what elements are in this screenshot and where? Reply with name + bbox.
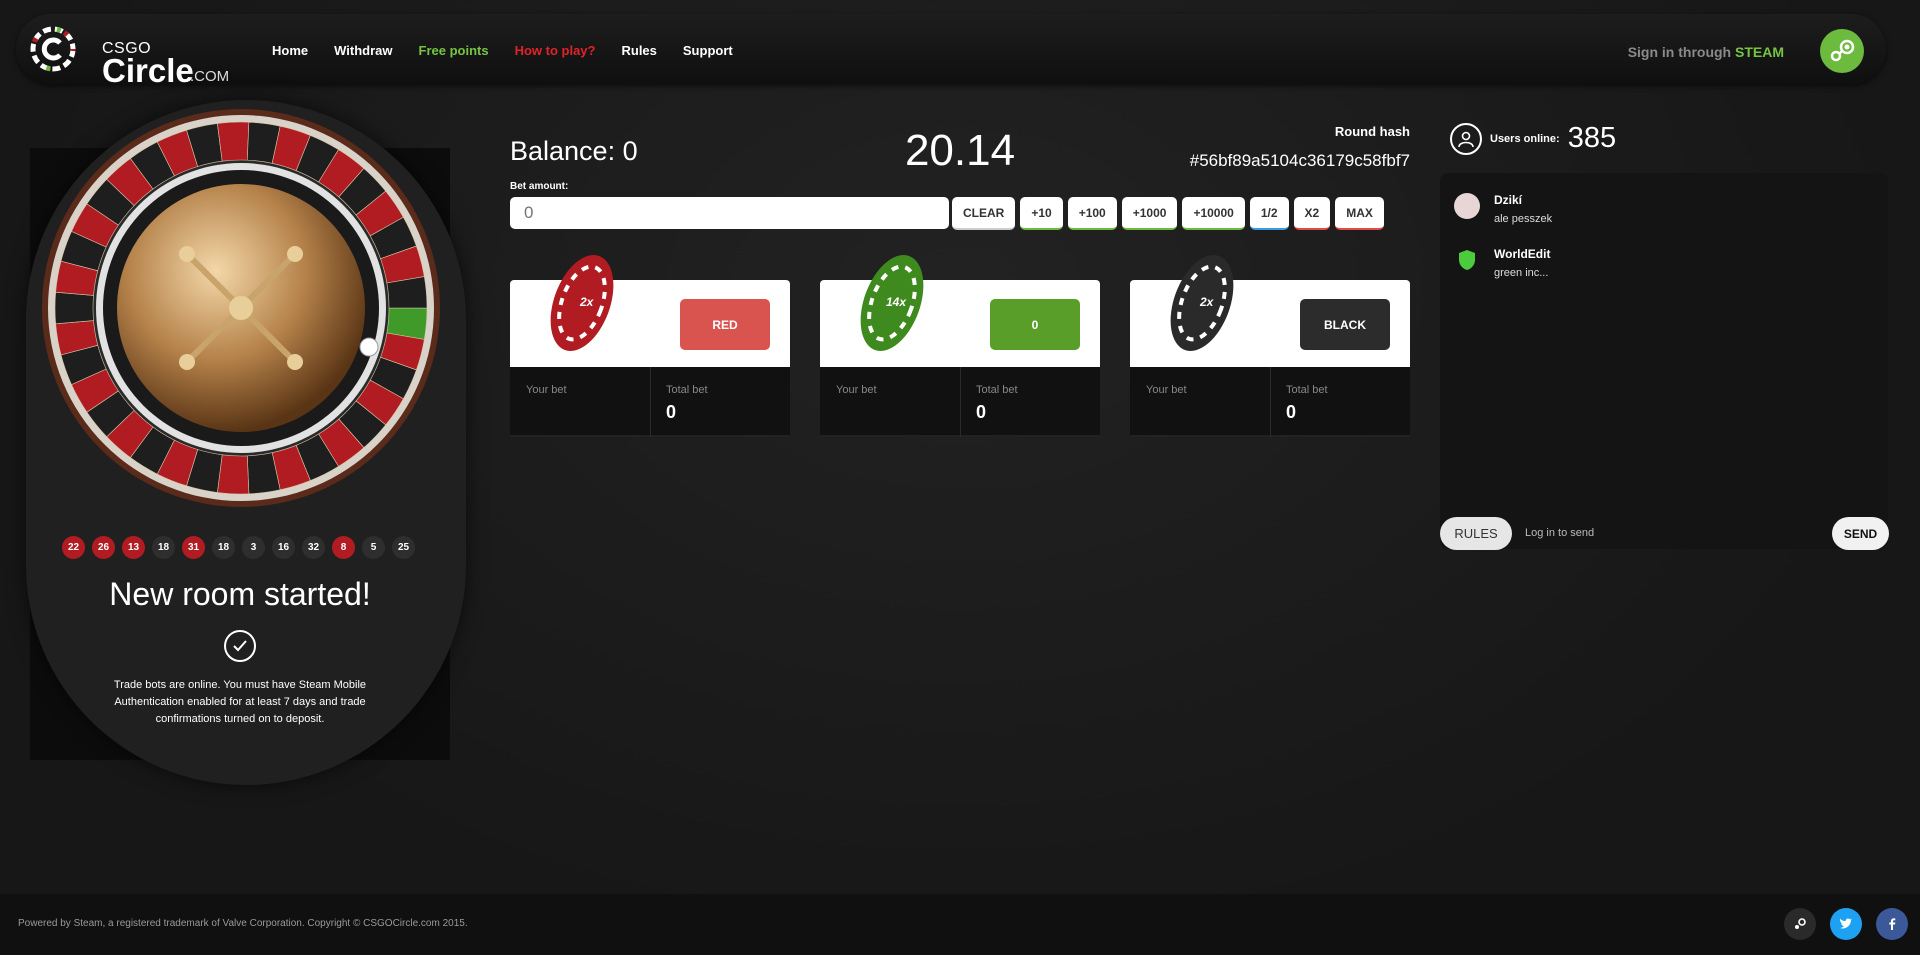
room-status-title: New room started! — [109, 576, 371, 612]
signin-steam: STEAM — [1735, 44, 1784, 60]
bet-green-button[interactable]: 0 — [990, 299, 1080, 350]
chat-box[interactable]: Dzikí ale pesszek WorldEdit green inc... — [1440, 173, 1888, 549]
bet-amount-label: Bet amount: — [510, 181, 569, 192]
bet-card-red: 2x RED Your bet Total bet 0 — [510, 255, 790, 440]
chat-username[interactable]: Dzikí — [1494, 193, 1522, 207]
steam-icon[interactable] — [1784, 908, 1816, 940]
plus-1000-button[interactable]: +1000 — [1121, 197, 1178, 230]
footer: Powered by Steam, a registered trademark… — [0, 894, 1920, 955]
avatar[interactable] — [1454, 193, 1480, 219]
chat-text: ale pesszek — [1494, 213, 1553, 225]
history-ball: 26 — [92, 536, 115, 559]
green-chip-icon: 14x — [860, 255, 924, 351]
bet-card-divider — [650, 367, 651, 437]
balance-display: Balance: 0 — [510, 136, 638, 166]
total-bet-value: 0 — [1286, 402, 1297, 422]
bet-card-divider — [960, 367, 961, 437]
main-nav: Home Withdraw Free points How to play? R… — [272, 43, 759, 58]
total-bet-value: 0 — [666, 402, 677, 422]
steam-icon — [1830, 39, 1855, 62]
half-button[interactable]: 1/2 — [1249, 197, 1289, 230]
wheel-pocket — [217, 454, 250, 495]
bet-quick-buttons: CLEAR +10 +100 +1000 +10000 1/2 X2 MAX — [952, 197, 1384, 230]
history-ball: 31 — [182, 536, 205, 559]
bet-card-green: 14x 0 Your bet Total bet 0 — [820, 255, 1100, 440]
logo-circle-text: Circle — [102, 52, 194, 89]
shield-icon — [1459, 250, 1475, 270]
bet-card-divider — [1270, 367, 1271, 437]
total-bet-label: Total bet — [666, 384, 708, 396]
users-online-count: 385 — [1567, 122, 1617, 154]
history-ball: 5 — [362, 536, 385, 559]
steam-login-button[interactable] — [1820, 29, 1864, 73]
nav-support[interactable]: Support — [683, 43, 733, 58]
footer-copyright: Powered by Steam, a registered trademark… — [18, 918, 468, 929]
bet-amount-input[interactable] — [510, 197, 949, 229]
bet-red-button[interactable]: RED — [680, 299, 770, 350]
your-bet-label: Your bet — [1146, 384, 1187, 396]
chat-send-button[interactable]: SEND — [1832, 517, 1889, 550]
room-status-message: Trade bots are online. You must have Ste… — [113, 679, 367, 725]
max-button[interactable]: MAX — [1335, 197, 1384, 230]
total-bet-value: 0 — [976, 402, 987, 422]
chip-multiplier: 14x — [886, 295, 907, 309]
users-online-label: Users online: — [1490, 132, 1560, 145]
history-ball: 3 — [242, 536, 265, 559]
nav-home[interactable]: Home — [272, 43, 308, 58]
nav-rules[interactable]: Rules — [621, 43, 656, 58]
plus-10000-button[interactable]: +10000 — [1182, 197, 1245, 230]
bet-card-black: 2x BLACK Your bet Total bet 0 — [1130, 255, 1410, 440]
plus-10-button[interactable]: +10 — [1020, 197, 1063, 230]
red-chip-icon: 2x — [550, 255, 614, 351]
chip-multiplier: 2x — [579, 295, 595, 309]
wheel-pocket — [217, 121, 250, 162]
history-ball: 8 — [332, 536, 355, 559]
history-ball: 18 — [212, 536, 235, 559]
history-ball: 32 — [302, 536, 325, 559]
facebook-icon[interactable] — [1876, 908, 1908, 940]
chip-multiplier: 2x — [1199, 295, 1215, 309]
nav-how-to-play[interactable]: How to play? — [515, 43, 596, 58]
your-bet-label: Your bet — [526, 384, 567, 396]
chat-rules-button[interactable]: RULES — [1440, 517, 1512, 550]
clear-button[interactable]: CLEAR — [952, 197, 1016, 230]
chat-text: green inc... — [1494, 267, 1549, 279]
roulette-wheel — [42, 109, 440, 507]
logo-mark-icon — [30, 26, 76, 72]
twitter-icon[interactable] — [1830, 908, 1862, 940]
chat-username[interactable]: WorldEdit — [1494, 247, 1550, 261]
bet-black-button[interactable]: BLACK — [1300, 299, 1390, 350]
nav-withdraw[interactable]: Withdraw — [334, 43, 392, 58]
total-bet-label: Total bet — [976, 384, 1018, 396]
history-ball: 16 — [272, 536, 295, 559]
check-icon — [224, 630, 256, 662]
top-navbar: CSGO Circle .COM Home Withdraw Free poin… — [16, 14, 1886, 89]
users-online: Users online: 385 — [1450, 122, 1616, 155]
black-chip-icon: 2x — [1170, 255, 1234, 351]
round-timer: 20.14 — [904, 126, 1016, 175]
history-ball: 18 — [152, 536, 175, 559]
round-hash-label: Round hash — [1334, 124, 1410, 139]
round-hash-value: #56bf89a5104c36179c58fbf7 — [1189, 151, 1410, 170]
your-bet-label: Your bet — [836, 384, 877, 396]
total-bet-label: Total bet — [1286, 384, 1328, 396]
history-ball: 25 — [392, 536, 415, 559]
signin-prefix: Sign in through — [1627, 44, 1732, 60]
steam-signin-link[interactable]: Sign in through STEAM — [1628, 44, 1784, 60]
wheel-pocket — [54, 291, 94, 325]
nav-free-points[interactable]: Free points — [419, 43, 489, 58]
plus-100-button[interactable]: +100 — [1067, 197, 1117, 230]
user-icon — [1450, 122, 1482, 155]
site-logo[interactable]: CSGO Circle .COM — [30, 24, 240, 89]
logo-com-text: .COM — [190, 68, 230, 85]
chat-login-hint: Log in to send — [1525, 527, 1595, 539]
double-button[interactable]: X2 — [1293, 197, 1331, 230]
history-ball: 13 — [122, 536, 145, 559]
roll-history: 22 26 13 18 31 18 3 16 32 8 5 25 — [62, 536, 415, 559]
history-ball: 22 — [62, 536, 85, 559]
